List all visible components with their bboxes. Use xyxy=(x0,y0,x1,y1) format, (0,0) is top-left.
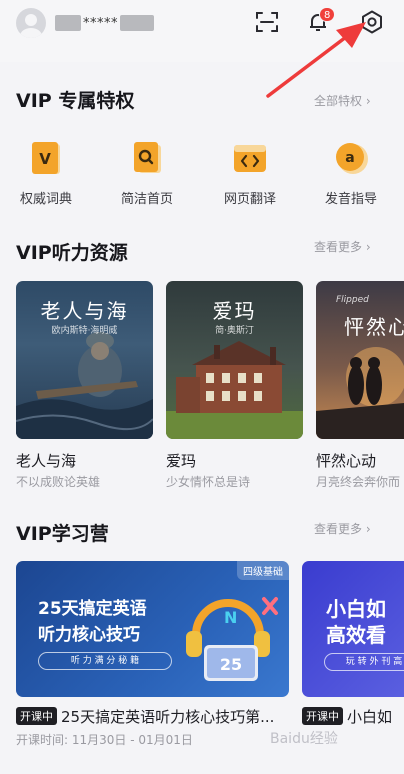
listening-card-title: 怦然心动 xyxy=(316,452,377,470)
privilege-web-translate[interactable]: 网页翻译 xyxy=(210,140,290,207)
vip-camp-title: VIP学习营 xyxy=(16,523,109,545)
notification-badge: 8 xyxy=(319,7,336,22)
privilege-label: 简洁首页 xyxy=(120,192,173,207)
scan-icon[interactable] xyxy=(253,8,281,36)
listening-card-flipped[interactable]: Flipped 怦然心 xyxy=(316,281,404,439)
camp-cover-tagline: 听 力 满 分 秘 籍 xyxy=(38,652,172,670)
camp-card-title: 小白如 xyxy=(347,708,393,726)
listening-card-subtitle: 少女情怀总是诗 xyxy=(166,475,251,489)
camp-card-listening[interactable]: 四级基础 25天搞定英语 听力核心技巧 听 力 满 分 秘 籍 25 N xyxy=(16,561,289,697)
listening-card-old-man-sea[interactable]: 老人与海 欧内斯特·海明威 xyxy=(16,281,153,439)
listening-card-title: 爱玛 xyxy=(166,452,197,470)
user-name-mask: ***** xyxy=(83,15,118,31)
web-translate-icon xyxy=(232,140,268,176)
privilege-pronunciation[interactable]: a 发音指导 xyxy=(311,140,391,207)
cover-author: 欧内斯特·海明威 xyxy=(51,326,118,336)
camp-more-link[interactable]: 查看更多 › xyxy=(314,520,371,537)
camp-cover-tagline: 玩 转 外 刊 高 xyxy=(324,653,404,671)
settings-icon[interactable] xyxy=(358,8,386,36)
dictionary-icon: V xyxy=(28,140,64,176)
camp-card-title: 25天搞定英语听力核心技巧第... xyxy=(61,708,275,726)
privilege-label: 权威词典 xyxy=(19,192,72,207)
camp-cover-line1: 25天搞定英语 xyxy=(38,599,147,619)
camp-card-reading[interactable]: 小白如 高效看 玩 转 外 刊 高 xyxy=(302,561,404,697)
camp-card-title-row[interactable]: 开课中 25天搞定英语听力核心技巧第... xyxy=(16,706,274,727)
avatar[interactable] xyxy=(16,8,46,38)
cover-author: Flipped xyxy=(336,295,369,305)
cover-author: 简·奥斯汀 xyxy=(215,326,254,336)
camp-level-badge: 四级基础 xyxy=(237,561,289,580)
cover-title: 爱玛 xyxy=(212,299,257,323)
listening-card-title: 老人与海 xyxy=(16,452,77,470)
all-privileges-link[interactable]: 全部特权 › xyxy=(314,92,371,109)
vip-privileges-title: VIP 专属特权 xyxy=(16,90,135,112)
privilege-label: 发音指导 xyxy=(324,192,377,207)
svg-text:a: a xyxy=(345,150,354,166)
listening-card-emma[interactable]: 爱玛 简·奥斯汀 xyxy=(166,281,303,439)
name-redaction xyxy=(55,15,81,31)
svg-text:V: V xyxy=(39,150,51,168)
camp-cover-line2: 听力核心技巧 xyxy=(38,625,140,645)
camp-card-title-row[interactable]: 开课中 小白如 xyxy=(302,706,392,727)
privilege-dictionary[interactable]: V 权威词典 xyxy=(6,140,86,207)
user-name[interactable]: ***** xyxy=(55,13,154,33)
search-home-icon xyxy=(129,140,165,176)
camp-cover-line2: 高效看 xyxy=(326,623,386,647)
top-bar: ***** 8 xyxy=(0,0,404,62)
name-redaction xyxy=(120,15,154,31)
cover-title: 老人与海 xyxy=(40,299,129,323)
privilege-label: 网页翻译 xyxy=(223,192,276,207)
camp-start-time: 开课时间: 11月30日 - 01月01日 xyxy=(16,733,193,747)
listening-card-subtitle: 月亮终会奔你而 xyxy=(316,475,401,489)
listening-card-subtitle: 不以成败论英雄 xyxy=(16,475,101,489)
listening-more-link[interactable]: 查看更多 › xyxy=(314,238,371,255)
svg-text:25: 25 xyxy=(220,655,242,674)
watermark: Baidu经验 xyxy=(270,731,338,747)
privilege-clean-home[interactable]: 简洁首页 xyxy=(107,140,187,207)
camp-cover-line1: 小白如 xyxy=(326,597,386,621)
cover-title: 怦然心 xyxy=(344,315,404,339)
svg-text:N: N xyxy=(224,608,237,627)
vip-listening-title: VIP听力资源 xyxy=(16,242,128,264)
headphones-illustration: 25 N xyxy=(186,597,278,681)
pronunciation-icon: a xyxy=(333,140,369,176)
live-tag: 开课中 xyxy=(16,707,57,725)
live-tag: 开课中 xyxy=(302,707,343,725)
